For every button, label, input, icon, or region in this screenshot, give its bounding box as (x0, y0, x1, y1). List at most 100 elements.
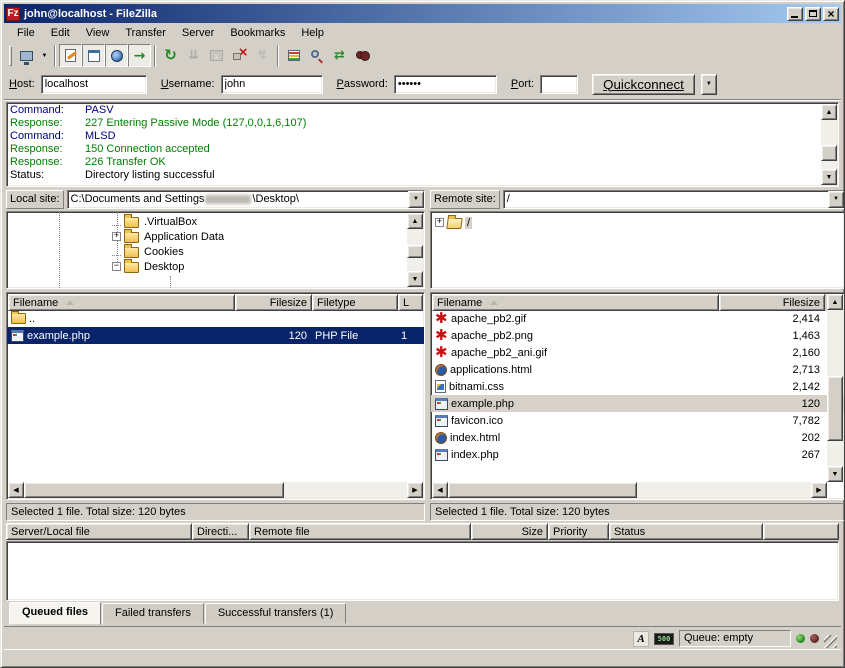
menu-bookmarks[interactable]: Bookmarks (223, 25, 292, 41)
file-row-selected[interactable]: example.php 120 PHP File 1 (7, 327, 424, 344)
menu-file[interactable]: File (10, 25, 42, 41)
scroll-up-icon[interactable] (407, 213, 423, 229)
local-tree-scrollbar[interactable] (407, 213, 423, 287)
log-scrollbar[interactable] (821, 104, 837, 185)
sort-ascending-icon (490, 300, 498, 305)
site-manager-dropdown[interactable] (38, 44, 51, 67)
toggle-remote-tree-button[interactable] (105, 44, 128, 67)
file-row[interactable]: apache_pb2.png1,463 (431, 327, 844, 344)
remote-hscrollbar[interactable] (432, 482, 827, 498)
scroll-down-icon[interactable] (407, 271, 423, 287)
cancel-operation-button[interactable] (205, 44, 228, 67)
close-button[interactable] (823, 7, 839, 21)
local-site-dropdown[interactable] (408, 191, 424, 208)
file-row[interactable]: applications.html2,713 (431, 361, 844, 378)
disconnect-button[interactable] (228, 44, 251, 67)
scroll-left-icon[interactable] (8, 482, 24, 498)
file-row[interactable]: bitnami.css2,142 (431, 378, 844, 395)
refresh-button[interactable] (159, 44, 182, 67)
scroll-thumb[interactable] (407, 245, 423, 258)
local-site-combo[interactable]: C:\Documents and Settings\Desktop\ (67, 190, 425, 209)
column-header-filetype[interactable]: Filetype (312, 294, 398, 311)
column-header-remote-file[interactable]: Remote file (249, 523, 471, 540)
column-header-last-modified[interactable]: L (398, 294, 423, 311)
process-queue-button[interactable] (182, 44, 205, 67)
column-header-size[interactable]: Size (471, 523, 548, 540)
tree-item[interactable]: Application Data (112, 229, 226, 244)
title-bar[interactable]: Fz john@localhost - FileZilla (4, 4, 841, 23)
tree-item[interactable]: / (435, 215, 472, 230)
column-header-filesize[interactable]: Filesize (719, 294, 825, 311)
column-header-filename[interactable]: Filename (432, 294, 719, 311)
site-manager-button[interactable] (15, 44, 38, 67)
remote-site-combo[interactable]: / (503, 190, 845, 209)
column-header-status[interactable]: Status (609, 523, 763, 540)
column-header-direction[interactable]: Directi... (192, 523, 249, 540)
menu-edit[interactable]: Edit (44, 25, 77, 41)
scroll-up-icon[interactable] (821, 104, 837, 120)
resize-grip[interactable] (824, 635, 837, 648)
scroll-up-icon[interactable] (827, 294, 843, 310)
file-row[interactable]: favicon.ico7,782 (431, 412, 844, 429)
compare-directories-button[interactable] (305, 44, 328, 67)
column-header-filesize[interactable]: Filesize (235, 294, 312, 311)
file-row[interactable]: .. (7, 310, 424, 327)
transfer-type-indicator-icon[interactable]: A (633, 631, 649, 647)
scroll-left-icon[interactable] (432, 482, 448, 498)
tab-successful-transfers[interactable]: Successful transfers (1) (205, 603, 347, 624)
port-label: Port: (511, 78, 534, 90)
password-input[interactable] (394, 75, 497, 94)
file-row[interactable]: apache_pb2.gif2,414 (431, 310, 844, 327)
scroll-thumb[interactable] (821, 145, 837, 161)
column-header-server-local-file[interactable]: Server/Local file (6, 523, 192, 540)
column-header-priority[interactable]: Priority (548, 523, 609, 540)
scroll-right-icon[interactable] (811, 482, 827, 498)
toolbar-grip[interactable] (9, 46, 12, 66)
html-file-icon (435, 364, 447, 376)
reconnect-button[interactable] (251, 44, 274, 67)
scroll-right-icon[interactable] (407, 482, 423, 498)
port-input[interactable] (540, 75, 578, 94)
tree-item[interactable]: Desktop (112, 259, 186, 274)
quickconnect-button[interactable]: Quickconnect (592, 74, 695, 95)
local-hscrollbar[interactable] (8, 482, 423, 498)
scroll-down-icon[interactable] (827, 466, 843, 482)
menu-server[interactable]: Server (175, 25, 221, 41)
tab-queued-files[interactable]: Queued files (9, 602, 101, 625)
minimize-button[interactable] (787, 7, 803, 21)
toggle-queue-button[interactable] (128, 44, 151, 67)
menu-help[interactable]: Help (294, 25, 331, 41)
file-row[interactable]: apache_pb2_ani.gif2,160 (431, 344, 844, 361)
file-row-selected[interactable]: example.php120 (431, 395, 844, 412)
host-input[interactable] (41, 75, 147, 94)
toggle-message-log-button[interactable] (59, 44, 82, 67)
column-header-filename[interactable]: Filename (8, 294, 235, 311)
queue-list[interactable] (6, 541, 839, 601)
remote-vscrollbar[interactable] (827, 294, 843, 482)
tree-item[interactable]: Cookies (112, 244, 186, 259)
scroll-down-icon[interactable] (821, 169, 837, 185)
file-row[interactable]: index.html202 (431, 429, 844, 446)
speed-limit-indicator-icon[interactable]: 500 (654, 633, 674, 645)
quickconnect-dropdown[interactable] (701, 74, 717, 95)
scroll-thumb[interactable] (448, 482, 637, 498)
scroll-thumb[interactable] (827, 376, 843, 442)
expand-icon[interactable] (435, 218, 444, 227)
filter-button[interactable] (282, 44, 305, 67)
remote-site-dropdown[interactable] (828, 191, 844, 208)
synchronized-browsing-button[interactable] (328, 44, 351, 67)
menu-view[interactable]: View (79, 25, 117, 41)
username-input[interactable] (221, 75, 323, 94)
find-files-button[interactable] (351, 44, 374, 67)
ico-file-icon (435, 415, 448, 427)
expand-icon[interactable] (112, 232, 121, 241)
toggle-local-tree-button[interactable] (82, 44, 105, 67)
file-row[interactable]: index.php267 (431, 446, 844, 463)
collapse-icon[interactable] (112, 262, 121, 271)
maximize-button[interactable] (805, 7, 821, 21)
scroll-thumb[interactable] (24, 482, 284, 498)
tree-item[interactable]: .VirtualBox (112, 214, 199, 229)
tab-failed-transfers[interactable]: Failed transfers (102, 603, 204, 624)
redacted-username (205, 195, 251, 204)
menu-transfer[interactable]: Transfer (118, 25, 173, 41)
